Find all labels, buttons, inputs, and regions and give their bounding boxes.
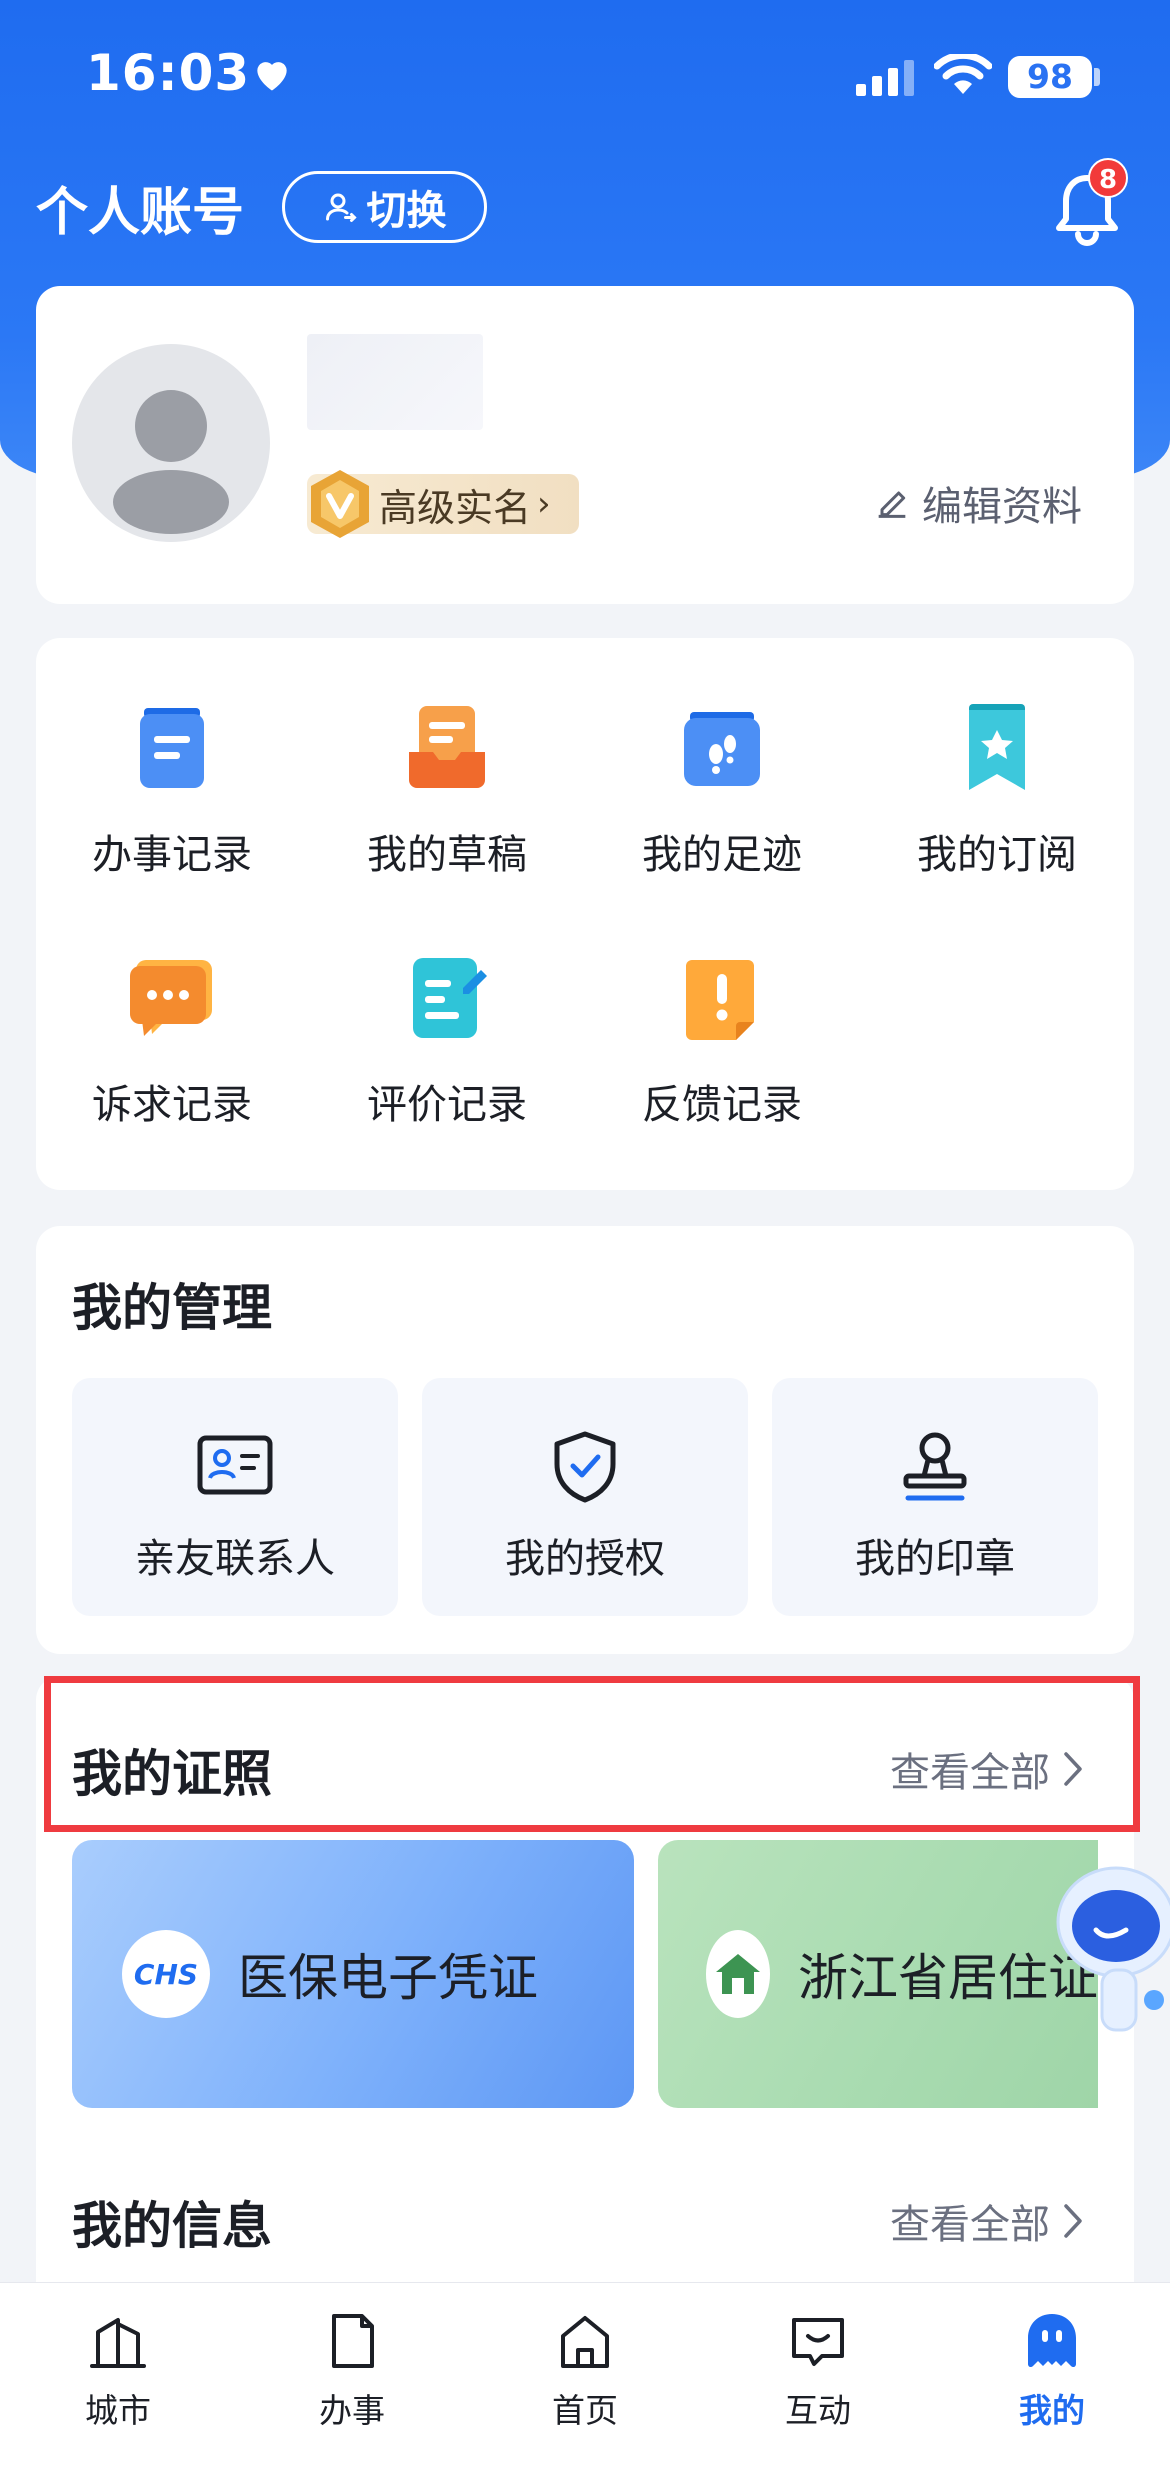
verification-badge[interactable]: 高级实名 ›	[307, 470, 579, 538]
tab-label: 我的	[1019, 2391, 1085, 2430]
grid-item-service-record[interactable]: 办事记录	[52, 702, 292, 880]
house-icon	[716, 1954, 760, 1994]
grid-label: 评价记录	[367, 1082, 527, 1128]
tile-seal[interactable]: 我的印章	[772, 1378, 1098, 1616]
tab-home[interactable]: 首页	[505, 2310, 665, 2432]
license-name: 医保电子凭证	[238, 1949, 538, 2007]
service-record-icon	[140, 708, 204, 788]
grid-item-review-record[interactable]: 评价记录	[327, 952, 567, 1130]
seal-stamp-icon	[903, 1432, 967, 1501]
page-title: 个人账号	[36, 183, 245, 243]
heart-icon	[257, 62, 287, 91]
assistant-robot-icon[interactable]	[1046, 1860, 1170, 2090]
grid-item-feedback-record[interactable]: 反馈记录	[602, 952, 842, 1130]
info-view-all-link[interactable]: 查看全部	[890, 2192, 1084, 2250]
verification-label: 高级实名	[379, 485, 532, 530]
user-avatar-icon	[113, 390, 229, 534]
document-icon	[332, 2314, 374, 2368]
house-logo	[706, 1930, 770, 2018]
footprint-icon	[684, 712, 760, 786]
tile-label: 亲友联系人	[135, 1536, 335, 1582]
grid-label: 诉求记录	[92, 1082, 252, 1128]
battery-indicator: 98	[1008, 56, 1092, 98]
subscription-icon	[969, 704, 1025, 790]
grid-item-draft[interactable]: 我的草稿	[327, 702, 567, 880]
switch-label: 切换	[366, 188, 447, 234]
license-card-residence-permit[interactable]: 浙江省居住证	[658, 1840, 1098, 2108]
chevron-right-icon	[1064, 2204, 1082, 2238]
tab-city[interactable]: 城市	[38, 2310, 198, 2432]
tab-label: 首页	[552, 2391, 618, 2430]
feedback-record-icon	[686, 960, 754, 1040]
wifi-icon	[934, 54, 992, 94]
tab-interaction[interactable]: 互动	[738, 2310, 898, 2432]
battery-cap	[1094, 68, 1100, 86]
grid-item-subscription[interactable]: 我的订阅	[877, 702, 1117, 880]
tab-label: 互动	[785, 2391, 851, 2430]
licenses-title: 我的证照	[72, 1745, 272, 1803]
grid-label: 我的足迹	[642, 832, 802, 878]
grid-item-appeal-record[interactable]: 诉求记录	[52, 952, 292, 1130]
chat-icon	[792, 2318, 844, 2366]
chevron-right-icon	[1064, 1752, 1082, 1786]
tab-label: 城市	[85, 2391, 151, 2430]
draft-icon	[409, 706, 485, 788]
edit-profile-button[interactable]: 编辑资料	[872, 474, 1082, 532]
authorization-shield-icon	[554, 1431, 616, 1503]
city-icon	[90, 2318, 146, 2368]
review-record-icon	[413, 958, 487, 1038]
management-title: 我的管理	[72, 1279, 272, 1337]
tile-label: 我的授权	[505, 1536, 665, 1582]
verified-shield-icon	[311, 470, 369, 538]
tab-label: 办事	[319, 2391, 385, 2430]
view-all-label: 查看全部	[890, 1750, 1050, 1796]
chs-logo-text: CHS	[133, 1957, 199, 1991]
grid-label: 我的草稿	[367, 832, 527, 878]
tab-mine[interactable]: 我的	[972, 2310, 1132, 2432]
chevron-right-icon: ›	[537, 484, 551, 524]
grid-label: 办事记录	[92, 832, 252, 878]
status-time: 16:03	[86, 44, 251, 102]
edit-profile-label: 编辑资料	[922, 484, 1082, 530]
username-placeholder	[307, 334, 483, 430]
license-card-medical-insurance[interactable]: CHS 医保电子凭证	[72, 1840, 634, 2108]
pencil-icon	[878, 491, 906, 518]
switch-account-button[interactable]: 切换	[282, 171, 487, 243]
tile-contacts[interactable]: 亲友联系人	[72, 1378, 398, 1616]
grid-label: 我的订阅	[917, 832, 1077, 878]
chs-logo: CHS	[122, 1930, 210, 2018]
tile-authorization[interactable]: 我的授权	[422, 1378, 748, 1616]
contact-card-icon	[197, 1435, 273, 1495]
avatar[interactable]	[72, 344, 270, 542]
my-profile-icon	[1028, 2314, 1076, 2368]
appeal-record-icon	[130, 960, 212, 1036]
info-title: 我的信息	[72, 2197, 272, 2255]
licenses-view-all-link[interactable]: 查看全部	[890, 1740, 1084, 1798]
tile-label: 我的印章	[855, 1536, 1015, 1582]
grid-label: 反馈记录	[642, 1082, 802, 1128]
home-icon	[561, 2316, 609, 2368]
user-switch-icon	[325, 193, 357, 222]
tab-services[interactable]: 办事	[272, 2310, 432, 2432]
signal-icon	[856, 60, 914, 96]
notification-badge: 8	[1088, 158, 1128, 198]
grid-item-footprint[interactable]: 我的足迹	[602, 702, 842, 880]
view-all-label: 查看全部	[890, 2202, 1050, 2248]
